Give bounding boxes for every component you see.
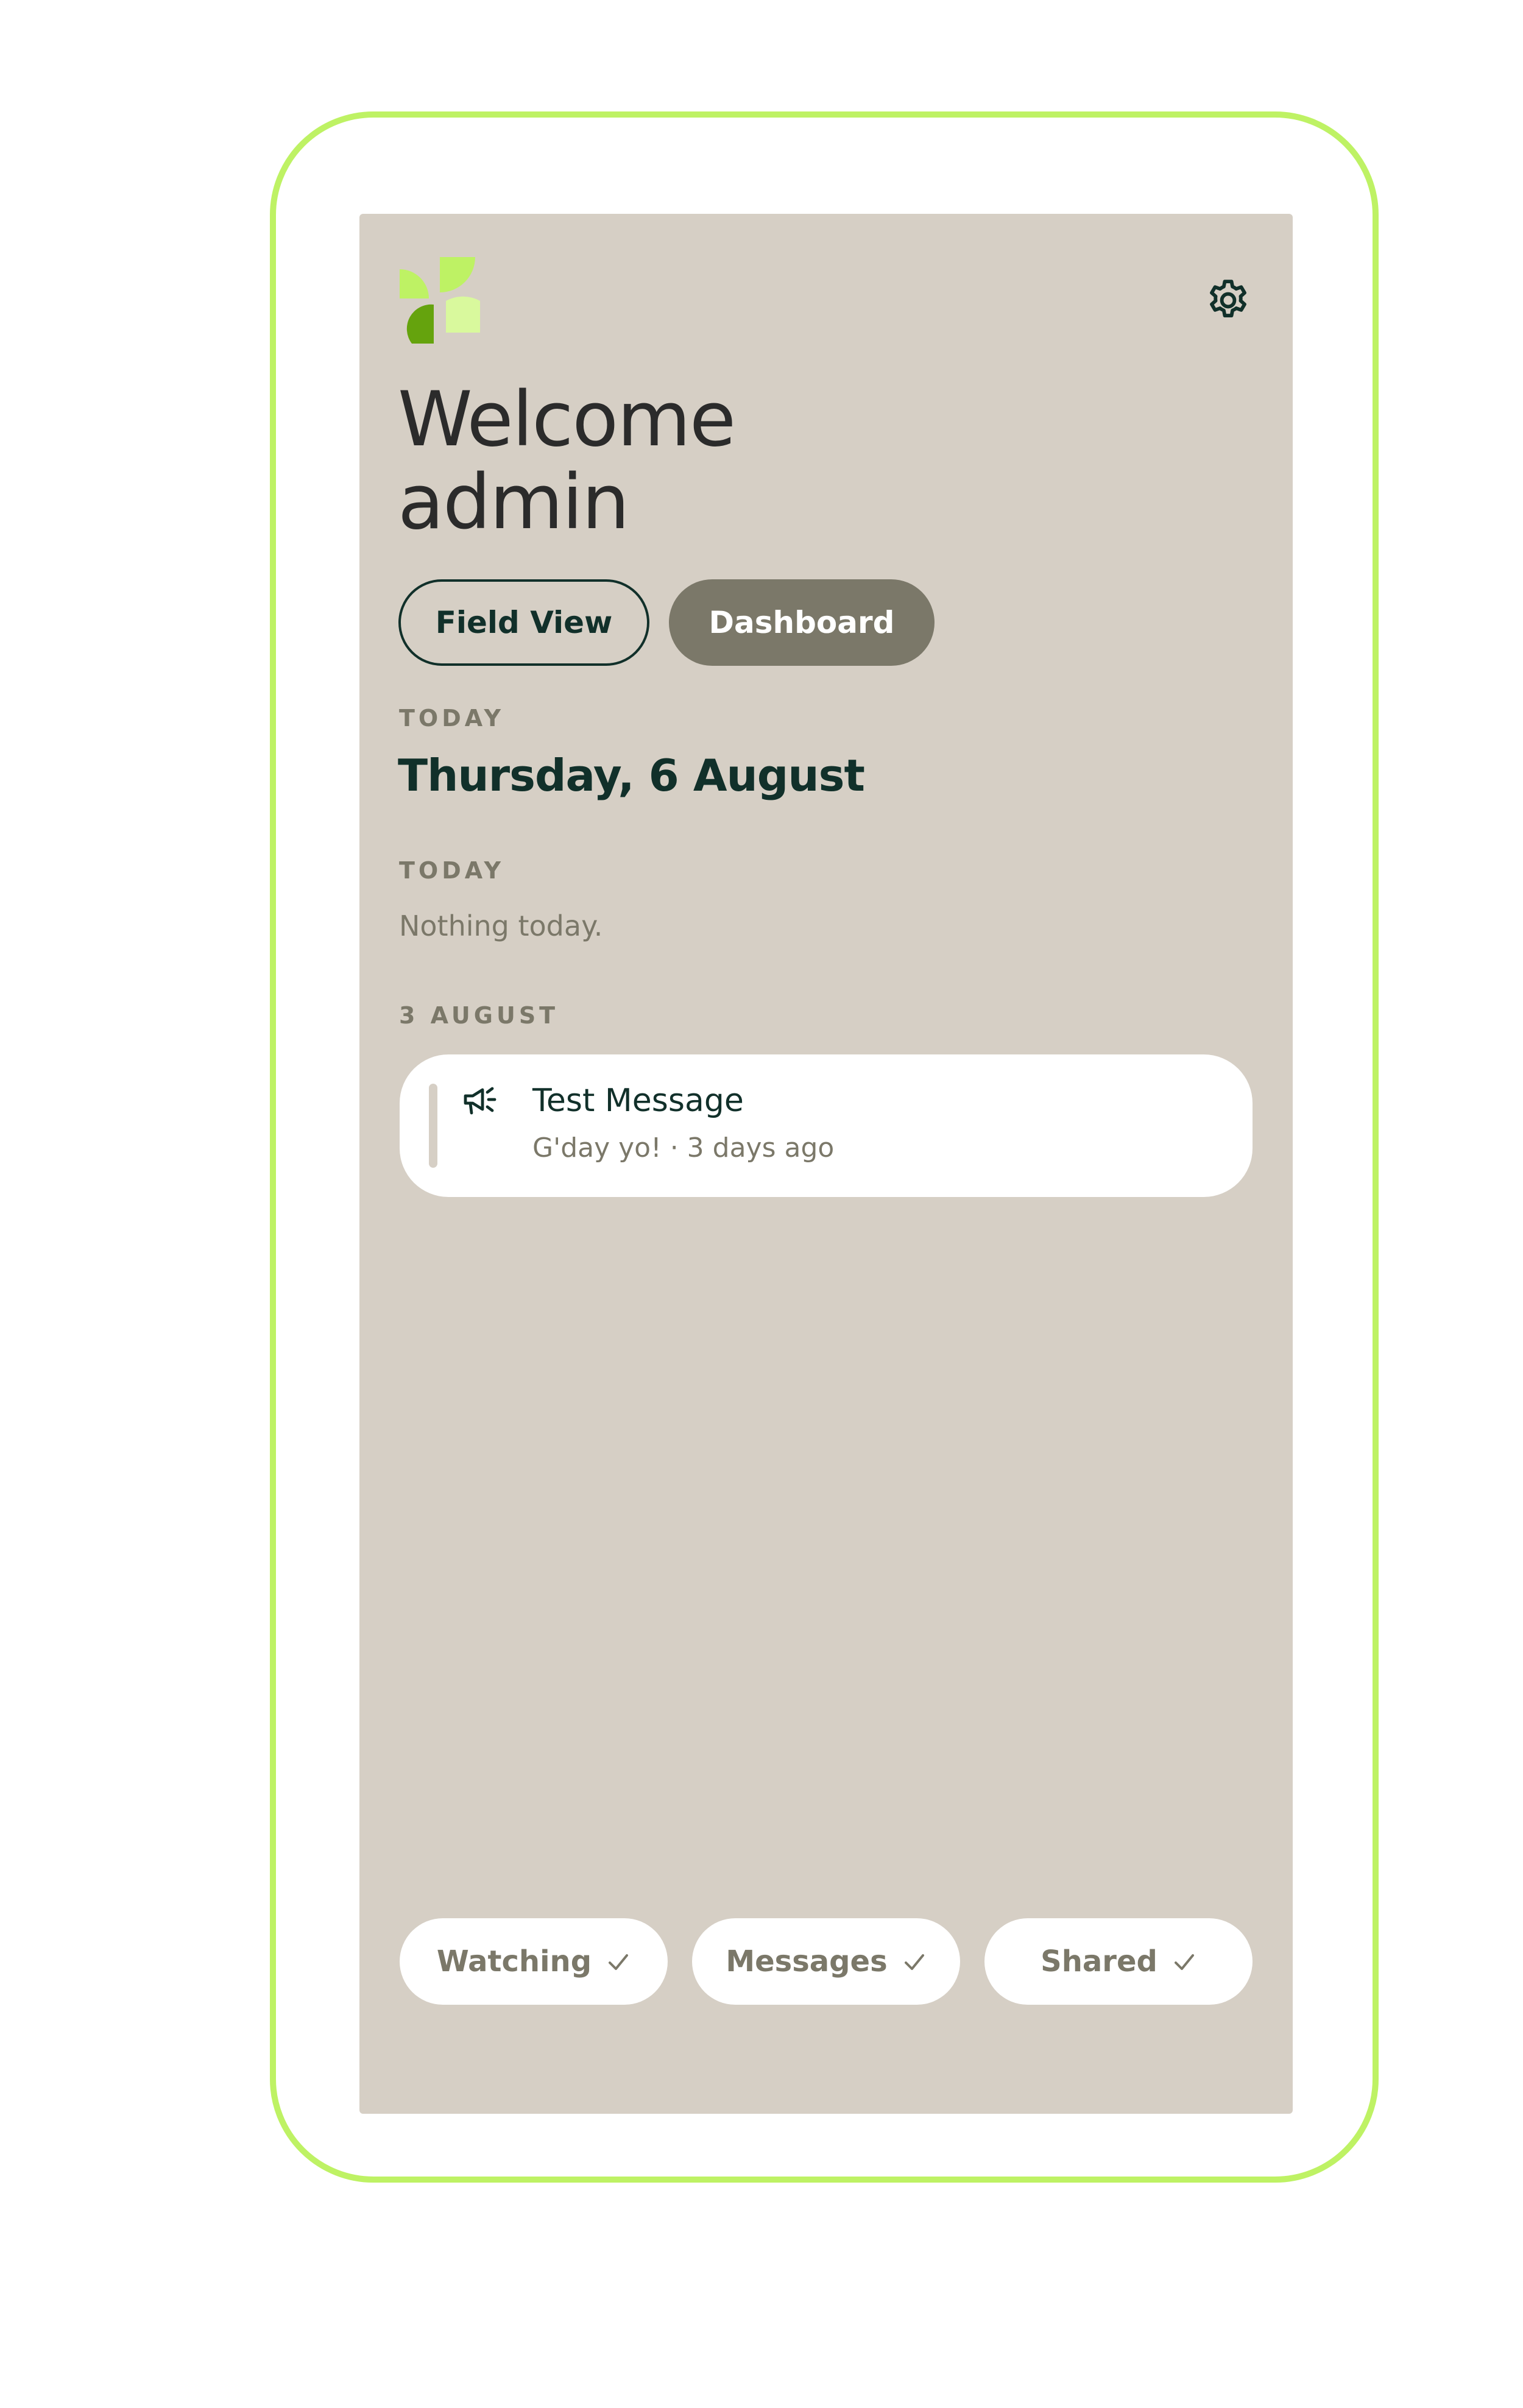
filter-messages[interactable]: Messages (692, 1918, 960, 2005)
filter-label: Watching (436, 1944, 592, 1979)
check-icon (904, 1954, 924, 1970)
card-accent-bar (429, 1084, 437, 1168)
date-group-label: 3 AUGUST (399, 1002, 559, 1029)
field-view-button[interactable]: Field View (398, 579, 649, 666)
filter-bar: Watching Messages Shared (400, 1918, 1253, 2005)
message-subtitle: G'day yo! · 3 days ago (532, 1132, 835, 1163)
check-icon (1174, 1954, 1194, 1970)
filter-shared[interactable]: Shared (984, 1918, 1253, 2005)
welcome-line: Welcome (398, 376, 736, 464)
gear-icon (1210, 280, 1246, 317)
view-toggle: Field View Dashboard (398, 579, 935, 666)
welcome-heading: Welcome admin (398, 376, 736, 546)
filter-label: Messages (726, 1944, 888, 1979)
username-line: admin (398, 459, 630, 546)
current-date: Thursday, 6 August (398, 750, 865, 801)
settings-button[interactable] (1203, 275, 1254, 326)
empty-state-text: Nothing today. (399, 909, 603, 942)
today-label: TODAY (399, 705, 505, 732)
filter-label: Shared (1041, 1944, 1157, 1979)
check-icon (609, 1954, 629, 1970)
pinwheel-logo (400, 257, 480, 344)
today-events-label: TODAY (399, 857, 505, 884)
megaphone-icon (464, 1087, 496, 1115)
dashboard-button[interactable]: Dashboard (669, 579, 935, 666)
message-title: Test Message (532, 1082, 744, 1119)
message-card[interactable]: Test Message G'day yo! · 3 days ago (400, 1054, 1253, 1197)
filter-watching[interactable]: Watching (400, 1918, 668, 2005)
app-screen: Welcome admin Field View Dashboard TODAY… (359, 214, 1293, 2114)
